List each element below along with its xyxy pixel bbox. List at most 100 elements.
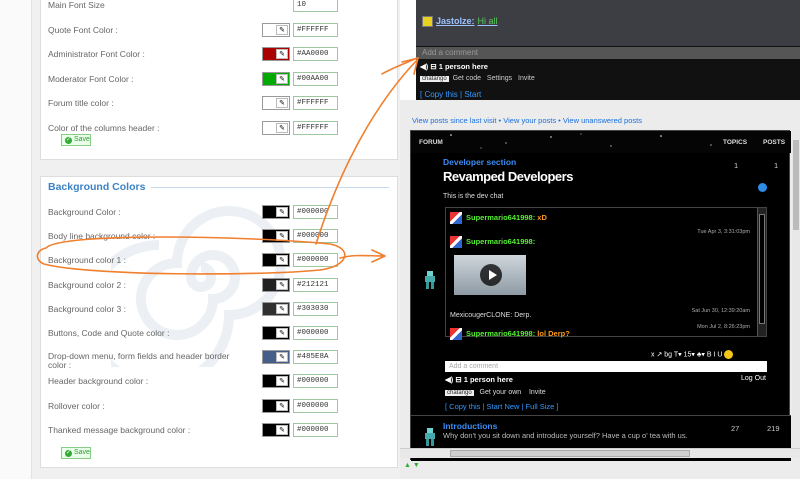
color-swatch[interactable]: ✎	[262, 71, 290, 86]
color-value-input[interactable]: #000000	[293, 422, 338, 437]
scroll-thumb[interactable]	[450, 450, 690, 457]
color-picker-icon[interactable]: ✎	[276, 352, 288, 363]
color-swatch[interactable]: ✎	[262, 47, 290, 61]
get-your-own-link[interactable]: Get your own	[480, 389, 522, 396]
color-picker-icon[interactable]: ✎	[276, 279, 288, 290]
color-picker-icon[interactable]: ✎	[276, 122, 288, 133]
smiley-icon[interactable]	[724, 350, 734, 359]
color-picker-icon[interactable]: ✎	[276, 24, 288, 35]
save-button-bottom[interactable]: ✓ Save	[61, 447, 91, 459]
color-value-input[interactable]: #485E8A	[293, 350, 338, 365]
color-setting-row: Forum title color : ✎ #FFFFFF	[48, 96, 388, 112]
chat-scrollbar[interactable]	[757, 208, 766, 336]
color-swatch[interactable]: ✎	[262, 253, 290, 268]
color-picker-icon[interactable]: ✎	[276, 303, 288, 314]
font-colors-section: Main Font Size 10 Quote Font Color : ✎ #FFFF…	[40, 0, 398, 160]
scroll-thumb[interactable]	[793, 140, 799, 230]
horizontal-scrollbar[interactable]	[400, 448, 800, 458]
color-swatch[interactable]: ✎	[262, 96, 290, 110]
color-swatch[interactable]: ✎	[262, 326, 290, 340]
color-value-input[interactable]: 10	[293, 0, 338, 12]
chat-links[interactable]: [ Copy this | Start New | Full Size ]	[445, 402, 559, 411]
chat-links: [ Copy this | Start	[420, 90, 482, 99]
scroll-thumb[interactable]	[759, 214, 765, 324]
settings-link[interactable]: Settings	[487, 75, 512, 82]
forum-title-introductions[interactable]: Introductions	[443, 421, 497, 431]
color-value-input[interactable]: #000000	[293, 253, 338, 268]
chat-message: Jastolze: Hi all	[422, 16, 498, 28]
color-picker-icon[interactable]: ✎	[276, 328, 288, 338]
color-picker-icon[interactable]: ✎	[276, 255, 288, 266]
chatango-logo[interactable]: chatango	[445, 390, 474, 396]
people-count: ◀) ⊟ 1 person here	[420, 62, 488, 71]
robot-forum-icon	[425, 271, 435, 289]
color-picker-icon[interactable]: ✎	[276, 376, 288, 387]
setting-label: Background color 1 :	[48, 255, 126, 266]
color-picker-icon[interactable]: ✎	[276, 400, 288, 411]
color-value-input[interactable]: #000000	[293, 398, 338, 413]
setting-label: Background color 2 :	[48, 279, 126, 290]
setting-label: Administrator Font Color :	[48, 49, 145, 59]
chat-message: Supermario641998: xD	[450, 212, 547, 224]
color-swatch[interactable]: ✎	[262, 374, 290, 389]
color-picker-icon[interactable]: ✎	[276, 231, 288, 242]
color-value-input[interactable]: #212121	[293, 277, 338, 292]
info-icon[interactable]	[758, 183, 767, 192]
check-icon: ✓	[65, 137, 72, 144]
chat-message: Supermario641998: lol Derp?	[450, 328, 570, 340]
vertical-scrollbar[interactable]	[792, 130, 800, 448]
revamped-title: Revamped Developers	[443, 169, 573, 184]
add-comment-input[interactable]: Add a comment	[416, 47, 800, 59]
color-picker-icon[interactable]: ✎	[276, 49, 288, 59]
setting-label: Background Color :	[48, 207, 121, 217]
color-setting-row: Background Color : ✎ #000000	[48, 205, 388, 221]
color-picker-icon[interactable]: ✎	[276, 207, 288, 217]
mario-avatar-icon	[450, 212, 462, 224]
color-value-input[interactable]: #FFFFFF	[293, 96, 338, 110]
color-value-input[interactable]: #AA0000	[293, 47, 338, 61]
color-swatch[interactable]: ✎	[262, 350, 290, 365]
color-swatch[interactable]: ✎	[262, 277, 290, 292]
invite-link[interactable]: Invite	[529, 389, 546, 396]
color-value-input[interactable]: #FFFFFF	[293, 22, 338, 37]
chatango-logo[interactable]: chatango	[420, 76, 449, 82]
color-picker-icon[interactable]: ✎	[276, 98, 288, 108]
view-posts-links[interactable]: View posts since last visit • View your …	[412, 116, 642, 125]
section-divider	[151, 187, 389, 188]
color-picker-icon[interactable]: ✎	[276, 73, 288, 84]
invite-link[interactable]: Invite	[518, 75, 535, 82]
intro-topics-count: 27	[731, 424, 740, 433]
forum-title-developer[interactable]: Developer section	[443, 157, 516, 167]
message-timestamp: Tue Apr 3, 3:31:03pm	[697, 229, 750, 235]
robot-forum-icon	[425, 428, 435, 446]
dev-posts-count: 1	[774, 161, 779, 170]
setting-label: Buttons, Code and Quote color :	[48, 328, 170, 338]
color-swatch[interactable]: ✎	[262, 398, 290, 413]
video-thumbnail[interactable]	[454, 255, 526, 295]
chat-format-toolbar[interactable]: x ↗ bg T▾ 15▾ ♣▾ B I U	[651, 350, 734, 359]
color-value-input[interactable]: #000000	[293, 229, 338, 244]
color-swatch[interactable]: ✎	[262, 301, 290, 316]
color-swatch[interactable]: ✎	[262, 229, 290, 244]
color-value-input[interactable]: #FFFFFF	[293, 120, 338, 135]
logout-link[interactable]: Log Out	[741, 375, 766, 382]
add-comment-input[interactable]: Add a comment	[445, 361, 767, 372]
message-timestamp: Mon Jul 2, 8:26:23pm	[697, 324, 750, 330]
color-swatch[interactable]: ✎	[262, 422, 290, 437]
save-button-top[interactable]: ✓ Save	[61, 134, 91, 146]
color-swatch[interactable]: ✎	[262, 22, 290, 37]
setting-label: Body line background color :	[48, 231, 156, 242]
background-colors-section: Background Colors Background Color : ✎ #00…	[40, 176, 398, 468]
get-code-link[interactable]: Get code	[453, 75, 481, 82]
embedded-chat: Supermario641998: xD Tue Apr 3, 3:31:03p…	[445, 207, 767, 340]
expand-arrows-icon[interactable]: ▲ ▼	[404, 462, 420, 469]
color-value-input[interactable]: #000000	[293, 205, 338, 219]
color-value-input[interactable]: #303030	[293, 301, 338, 316]
color-value-input[interactable]: #00AA00	[293, 71, 338, 86]
color-picker-icon[interactable]: ✎	[276, 424, 288, 435]
color-swatch[interactable]: ✎	[262, 120, 290, 135]
color-swatch[interactable]: ✎	[262, 205, 290, 219]
color-value-input[interactable]: #000000	[293, 326, 338, 340]
section-title: Background Colors	[48, 181, 146, 193]
color-value-input[interactable]: #000000	[293, 374, 338, 389]
